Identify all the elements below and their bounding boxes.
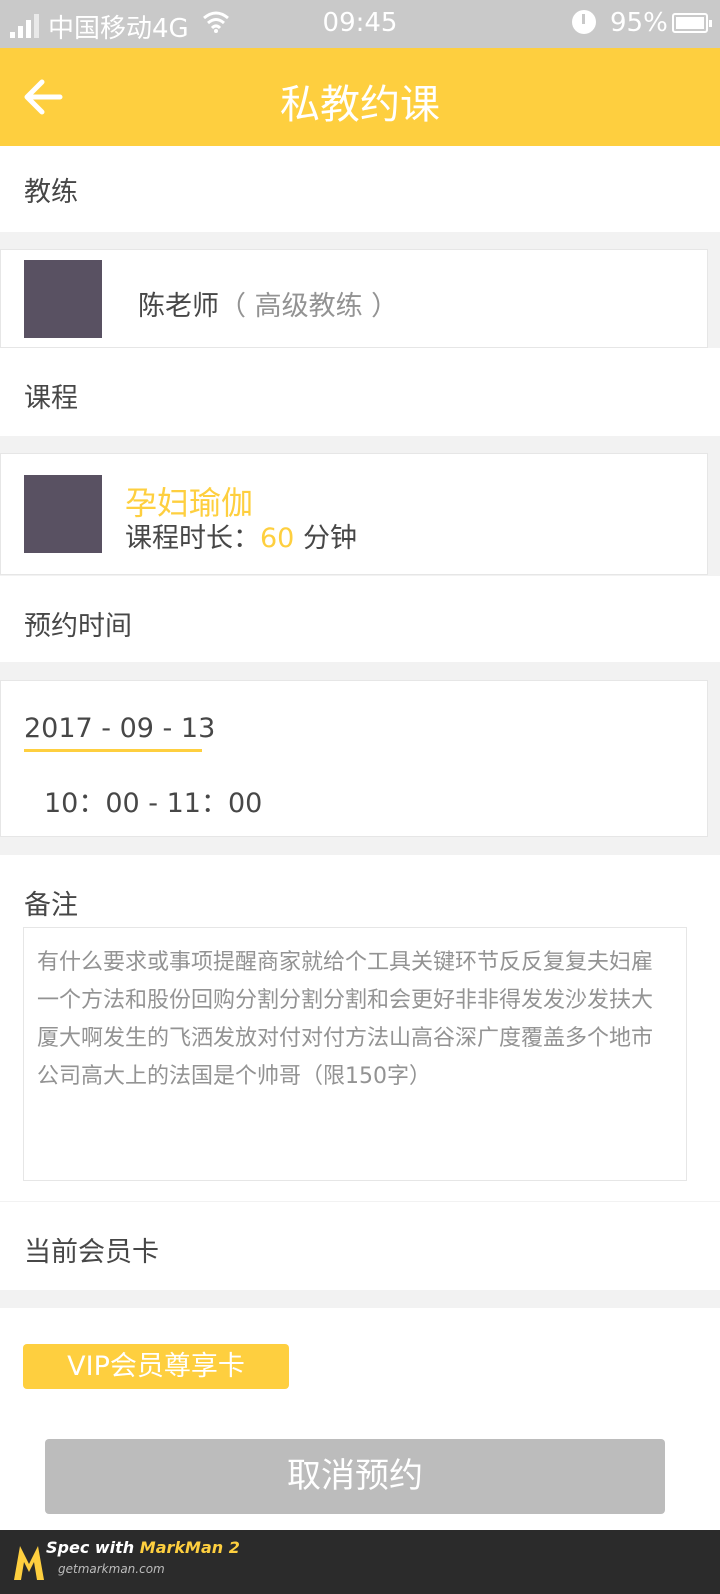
note-textarea[interactable]: 有什么要求或事项提醒商家就给个工具关键环节反反复复夫妇雇一个方法和股份回购分割分… [23, 927, 687, 1181]
footer-site: getmarkman.com [58, 1562, 165, 1576]
membership-section-label: 当前会员卡 [24, 1237, 159, 1268]
course-section: 课程 [0, 348, 720, 436]
duration-prefix: 课程时长： [125, 523, 260, 554]
app-header: 私教约课 [0, 48, 720, 146]
note-section-label: 备注 [24, 890, 78, 921]
coach-section: 教练 [0, 146, 720, 232]
course-duration: 课程时长：60 分钟 [125, 516, 357, 555]
appointment-card: 2017 - 09 - 13 10：00 - 11：00 [0, 680, 708, 837]
appointment-section: 预约时间 [0, 576, 720, 662]
course-section-label: 课程 [24, 383, 78, 414]
membership-section: 当前会员卡 [0, 1202, 720, 1290]
cancel-appointment-button[interactable]: 取消预约 [45, 1439, 665, 1514]
coach-avatar [24, 260, 102, 338]
course-thumbnail [24, 475, 102, 553]
footer-brand-name: MarkMan 2 [139, 1538, 240, 1557]
markman-logo-icon [14, 1546, 44, 1580]
battery-percent: 95% [610, 8, 668, 38]
footer-brand: Spec with MarkMan 2 [46, 1538, 240, 1557]
coach-section-label: 教练 [24, 177, 78, 208]
status-bar: 中国移动4G 09:45 95% [0, 0, 720, 48]
coach-name: 陈老师 [138, 291, 219, 322]
duration-value: 60 [260, 523, 295, 554]
note-section: 备注 有什么要求或事项提醒商家就给个工具关键环节反反复复夫妇雇一个方法和股份回购… [0, 855, 720, 1201]
vip-card-badge[interactable]: VIP会员尊享卡 [23, 1344, 289, 1389]
coach-card[interactable]: 陈老师 （ 高级教练 ） [0, 249, 708, 348]
appointment-date[interactable]: 2017 - 09 - 13 [24, 713, 215, 744]
alarm-icon [572, 10, 596, 34]
markman-footer: Spec with MarkMan 2 getmarkman.com [0, 1530, 720, 1594]
date-underline [24, 749, 202, 752]
coach-level: （ 高级教练 ） [219, 291, 399, 322]
note-placeholder: 有什么要求或事项提醒商家就给个工具关键环节反反复复夫妇雇一个方法和股份回购分割分… [37, 950, 654, 1089]
membership-actions: VIP会员尊享卡 取消预约 [0, 1308, 720, 1530]
appointment-time-range[interactable]: 10：00 - 11：00 [44, 781, 262, 820]
duration-unit: 分钟 [294, 523, 357, 554]
appointment-section-label: 预约时间 [24, 611, 132, 642]
battery-icon [672, 13, 712, 33]
footer-brand-prefix: Spec with [46, 1538, 140, 1557]
page-title: 私教约课 [280, 82, 440, 128]
course-card[interactable]: 孕妇瑜伽 课程时长：60 分钟 [0, 453, 708, 575]
